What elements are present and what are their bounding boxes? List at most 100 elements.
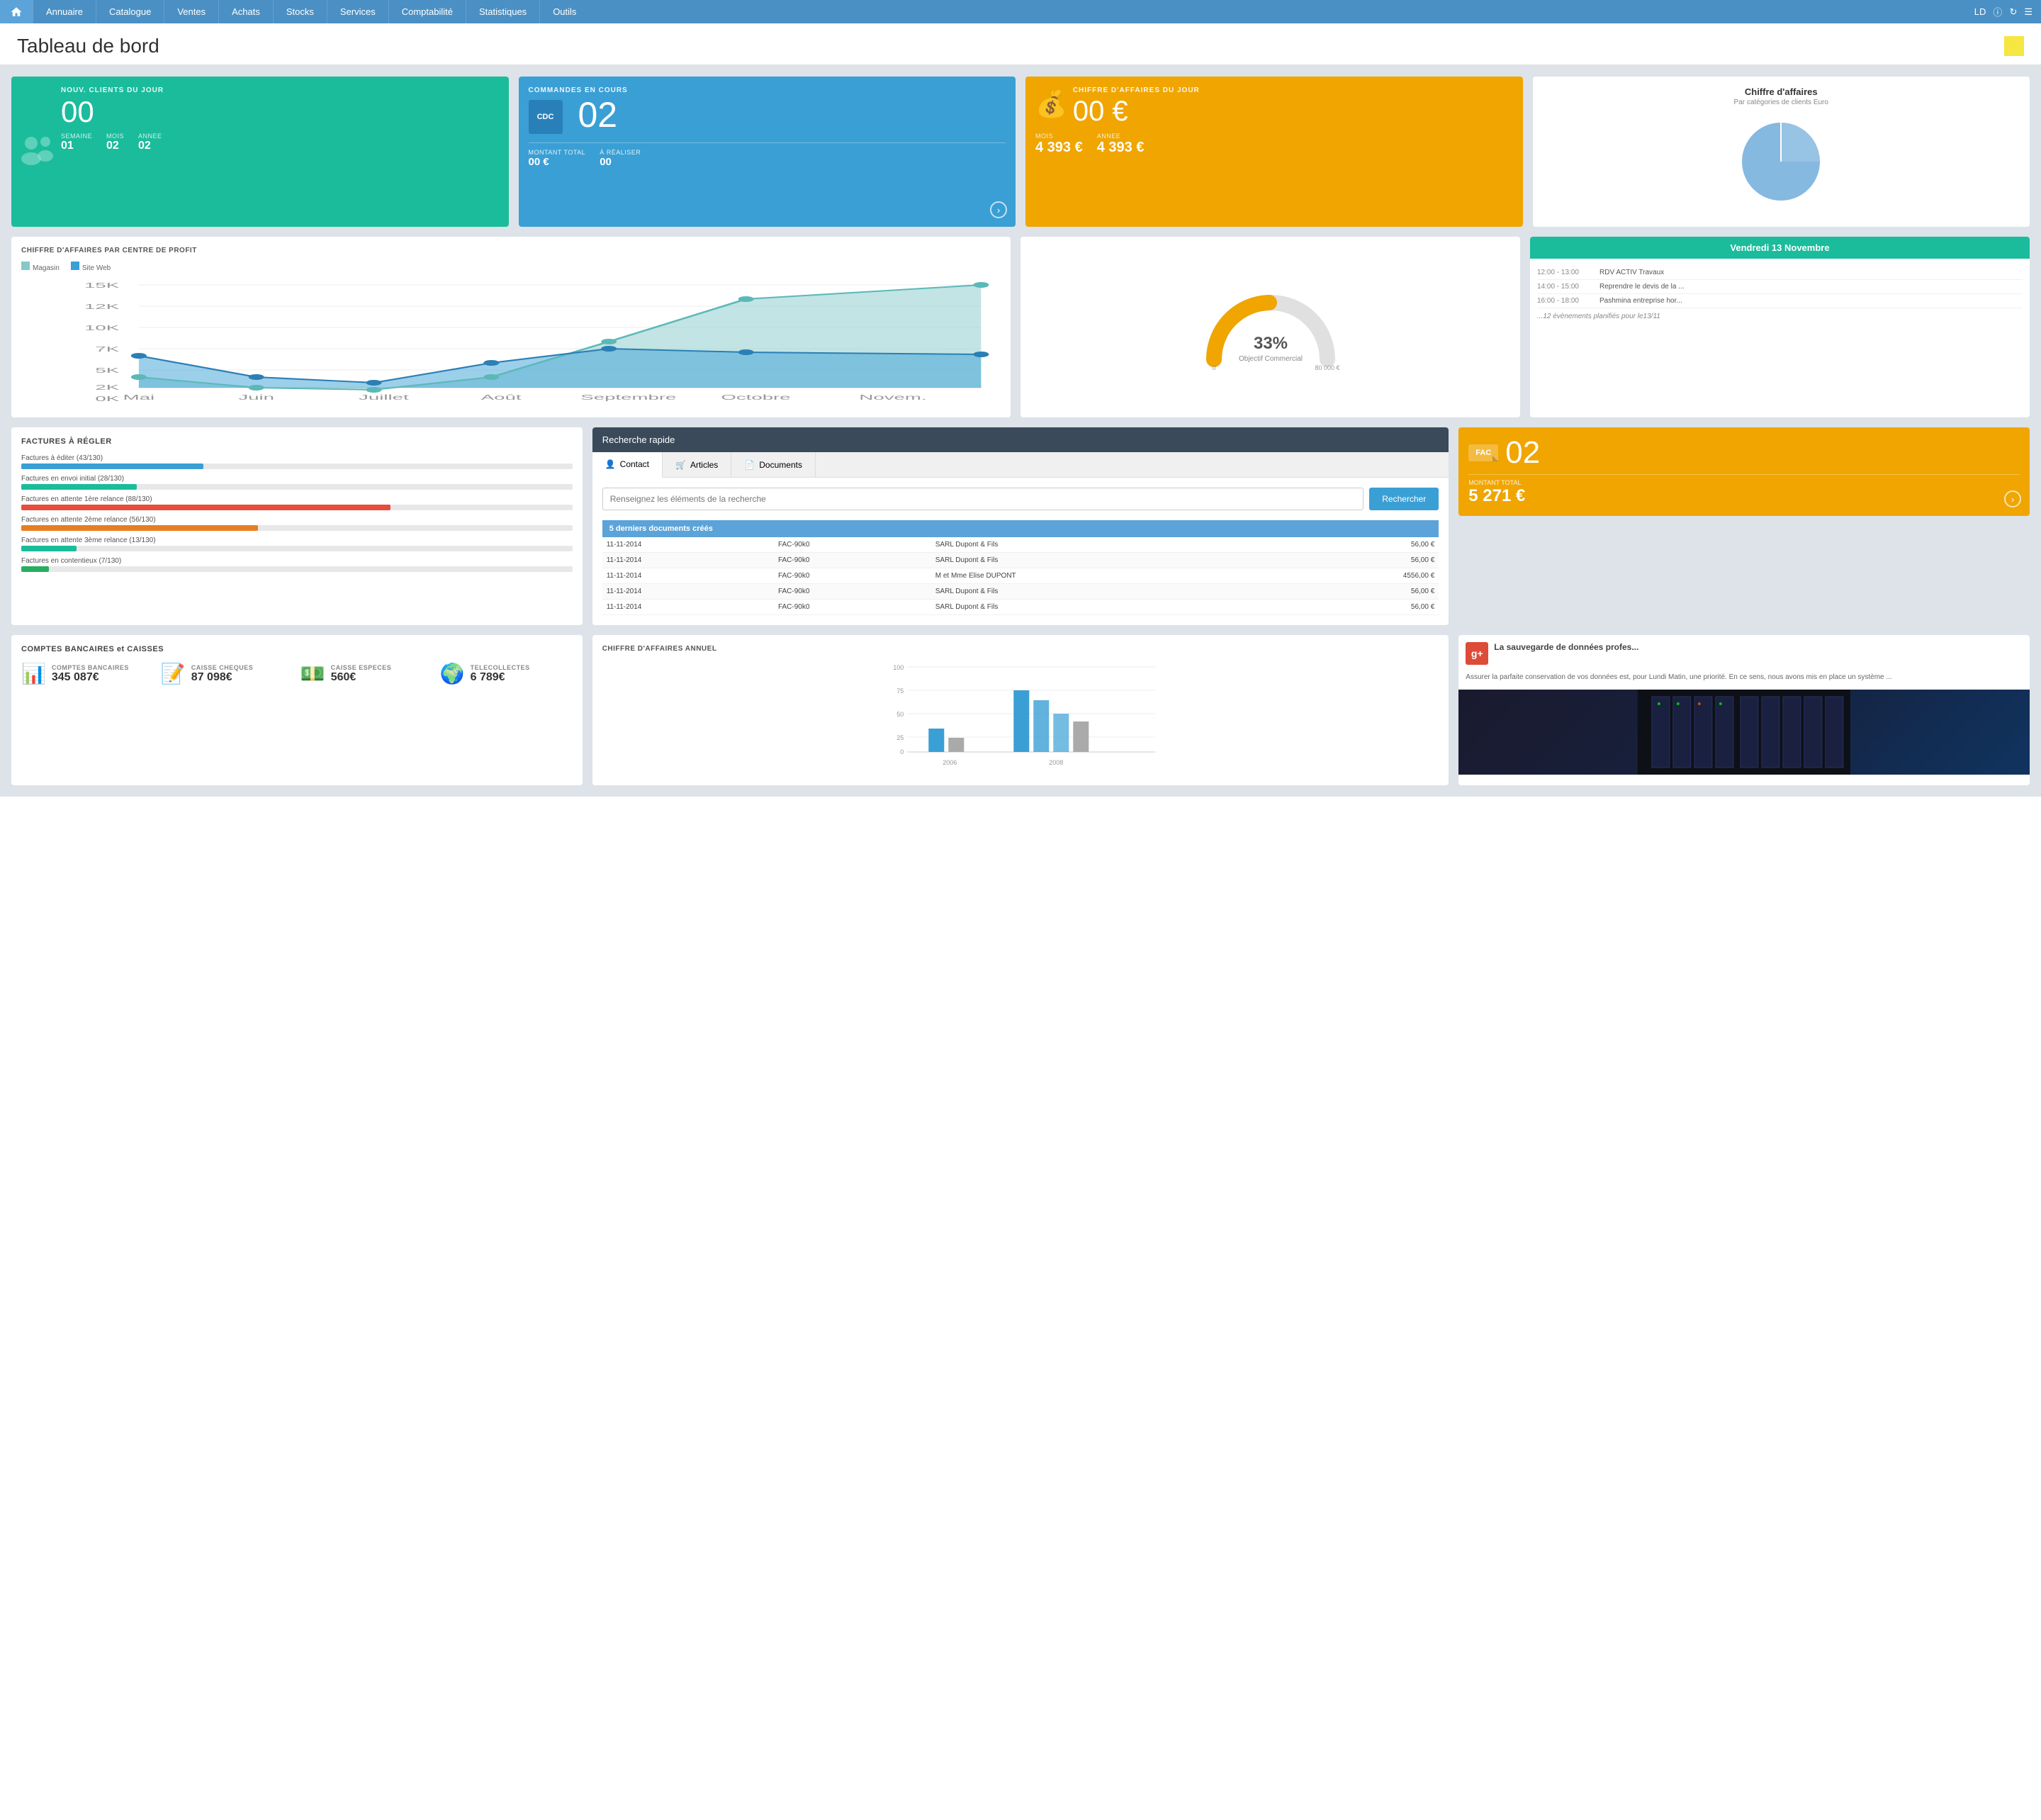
table-row: 11-11-2014FAC-90k0M et Mme Elise DUPONT4…	[602, 568, 1439, 584]
event-1: 12:00 - 13:00 RDV ACTIV Travaux	[1537, 266, 2023, 280]
facture-list: Factures à éditer (43/130) Factures en e…	[21, 454, 573, 572]
gplus-logo: g+	[1466, 642, 1488, 665]
nav-home[interactable]	[0, 0, 33, 23]
table-row: 11-11-2014FAC-90k0SARL Dupont & Fils56,0…	[602, 584, 1439, 600]
gauge-chart: 33% Objectif Commercial 0 80 000 €	[1200, 281, 1342, 373]
annuel-title: CHIFFRE D'AFFAIRES ANNUEL	[602, 645, 1439, 653]
nav-item-services[interactable]: Services	[327, 0, 388, 23]
search-input[interactable]	[602, 488, 1364, 510]
svg-text:Novem.: Novem.	[859, 393, 926, 401]
nav-item-comptabilite[interactable]: Comptabilité	[388, 0, 466, 23]
row3: FACTURES À RÉGLER Factures à éditer (43/…	[11, 427, 2030, 625]
user-initials: LD	[1974, 6, 1986, 17]
svg-text:2006: 2006	[943, 759, 957, 766]
svg-text:Septembre: Septembre	[580, 393, 676, 401]
nav-item-annuaire[interactable]: Annuaire	[33, 0, 96, 23]
fac-value: 02	[1505, 437, 1540, 468]
search-button[interactable]: Rechercher	[1369, 488, 1439, 510]
pie-card: Chiffre d'affaires Par catégories de cli…	[1533, 77, 2030, 227]
commandes-montant: MONTANT TOTAL 00 €	[529, 149, 586, 168]
factures-title: FACTURES À RÉGLER	[21, 437, 573, 446]
comptes-title: COMPTES BANCAIRES et CAISSES	[21, 645, 573, 653]
row4: COMPTES BANCAIRES et CAISSES 📊 COMPTES B…	[11, 635, 2030, 785]
nav-item-outils[interactable]: Outils	[539, 0, 589, 23]
nav-item-ventes[interactable]: Ventes	[164, 0, 218, 23]
event-2: 14:00 - 15:00 Reprendre le devis de la .…	[1537, 280, 2023, 294]
ca-sub: MOIS 4 393 € ANNEE 4 393 €	[1035, 133, 1513, 156]
svg-text:0: 0	[1212, 364, 1215, 371]
tab-contact[interactable]: 👤 Contact	[592, 452, 663, 478]
facture-item: Factures à éditer (43/130)	[21, 454, 573, 469]
facture-item: Factures en attente 2ème relance (56/130…	[21, 516, 573, 531]
svg-text:80 000 €: 80 000 €	[1315, 364, 1339, 371]
facture-item: Factures en attente 1ère relance (88/130…	[21, 495, 573, 510]
info-icon[interactable]: ⓘ	[1993, 5, 2002, 18]
search-body: Rechercher 5 derniers documents créés 11…	[592, 478, 1449, 625]
clients-annee: ANNEE 02	[138, 133, 162, 152]
table-row: 11-11-2014FAC-90k0SARL Dupont & Fils56,0…	[602, 600, 1439, 615]
commandes-label: COMMANDES EN COURS	[529, 86, 1006, 94]
fac-arrow[interactable]: ›	[2004, 490, 2021, 507]
commandes-realiser: À RÉALISER 00	[600, 149, 641, 168]
svg-text:2008: 2008	[1049, 759, 1063, 766]
commandes-arrow[interactable]: ›	[990, 201, 1007, 218]
comptes-grid: 📊 COMPTES BANCAIRES 345 087€ 📝 CAISSE CH…	[21, 662, 573, 685]
gauge-card: 33% Objectif Commercial 0 80 000 €	[1020, 237, 1520, 417]
compte-item: 📝 CAISSE CHEQUES 87 098€	[161, 662, 293, 685]
fac-header: FAC 02	[1468, 437, 2020, 468]
home-icon	[10, 6, 23, 18]
ca-mois: MOIS 4 393 €	[1035, 133, 1083, 156]
svg-text:0: 0	[900, 748, 904, 755]
nav-item-stocks[interactable]: Stocks	[273, 0, 327, 23]
svg-text:75: 75	[896, 687, 904, 695]
main-nav: Annuaire Catalogue Ventes Achats Stocks …	[0, 0, 2041, 23]
ca-label: CHIFFRE D'AFFAIRES DU JOUR	[1073, 86, 1200, 94]
annuel-card: CHIFFRE D'AFFAIRES ANNUEL 100 75 50 25 0	[592, 635, 1449, 785]
search-tabs: 👤 Contact 🛒 Articles 📄 Documents	[592, 452, 1449, 478]
row1: NOUV. CLIENTS DU JOUR 00 SEMAINE 01 MOIS…	[11, 77, 2030, 227]
pie-chart	[1543, 112, 2020, 211]
ca-centre-title: CHIFFRE D'AFFAIRES PAR CENTRE DE PROFIT	[21, 247, 1001, 254]
tab-documents[interactable]: 📄 Documents	[731, 452, 816, 477]
refresh-icon[interactable]: ↻	[2009, 6, 2017, 18]
fac-card: FAC 02 MONTANT TOTAL 5 271 € ›	[1458, 427, 2030, 516]
svg-text:10K: 10K	[84, 324, 119, 332]
sticky-note	[2004, 36, 2024, 56]
compte-item: 🌍 TELECOLLECTES 6 789€	[440, 662, 573, 685]
nav-right: LD ⓘ ↻ ☰	[1966, 0, 2041, 23]
nav-item-achats[interactable]: Achats	[218, 0, 273, 23]
calendar-card: Vendredi 13 Novembre 12:00 - 13:00 RDV A…	[1530, 237, 2030, 417]
fac-info: 02	[1505, 437, 1540, 468]
svg-text:Octobre: Octobre	[721, 393, 790, 401]
svg-text:Août: Août	[481, 393, 522, 401]
svg-text:33%: 33%	[1253, 334, 1287, 353]
contact-icon: 👤	[605, 459, 616, 469]
ca-icon: 💰	[1035, 89, 1067, 119]
fac-corner	[1492, 456, 1498, 461]
search-header: Recherche rapide	[592, 427, 1449, 452]
gplus-image	[1458, 690, 2030, 775]
clients-semaine: SEMAINE 01	[61, 133, 92, 152]
svg-text:Juin: Juin	[238, 393, 274, 401]
table-row: 11-11-2014FAC-90k0SARL Dupont & Fils56,0…	[602, 553, 1439, 568]
gplus-card: g+ La sauvegarde de données profes... As…	[1458, 635, 2030, 785]
row2: CHIFFRE D'AFFAIRES PAR CENTRE DE PROFIT …	[11, 237, 2030, 417]
ca-centre-card: CHIFFRE D'AFFAIRES PAR CENTRE DE PROFIT …	[11, 237, 1011, 417]
svg-text:50: 50	[896, 711, 904, 718]
annuel-chart: 100 75 50 25 0 2006 2008	[602, 660, 1439, 773]
ca-value: 00 €	[1073, 97, 1200, 125]
svg-text:Objectif Commercial: Objectif Commercial	[1238, 355, 1302, 363]
tab-articles[interactable]: 🛒 Articles	[663, 452, 731, 477]
clients-value: 00	[61, 97, 499, 127]
nav-item-statistiques[interactable]: Statistiques	[466, 0, 539, 23]
right-col: FAC 02 MONTANT TOTAL 5 271 € ›	[1458, 427, 2030, 625]
clients-mois: MOIS 02	[106, 133, 124, 152]
doc-icon: 📄	[744, 460, 755, 470]
facture-item: Factures en envoi initial (28/130)	[21, 475, 573, 490]
chart-legend: Magasin Site Web	[21, 262, 1001, 272]
nav-item-catalogue[interactable]: Catalogue	[96, 0, 164, 23]
facture-item: Factures en attente 3ème relance (13/130…	[21, 537, 573, 551]
search-results-table: 11-11-2014FAC-90k0SARL Dupont & Fils56,0…	[602, 537, 1439, 615]
fac-bottom: MONTANT TOTAL 5 271 €	[1468, 474, 2020, 506]
menu-icon[interactable]: ☰	[2024, 6, 2032, 18]
